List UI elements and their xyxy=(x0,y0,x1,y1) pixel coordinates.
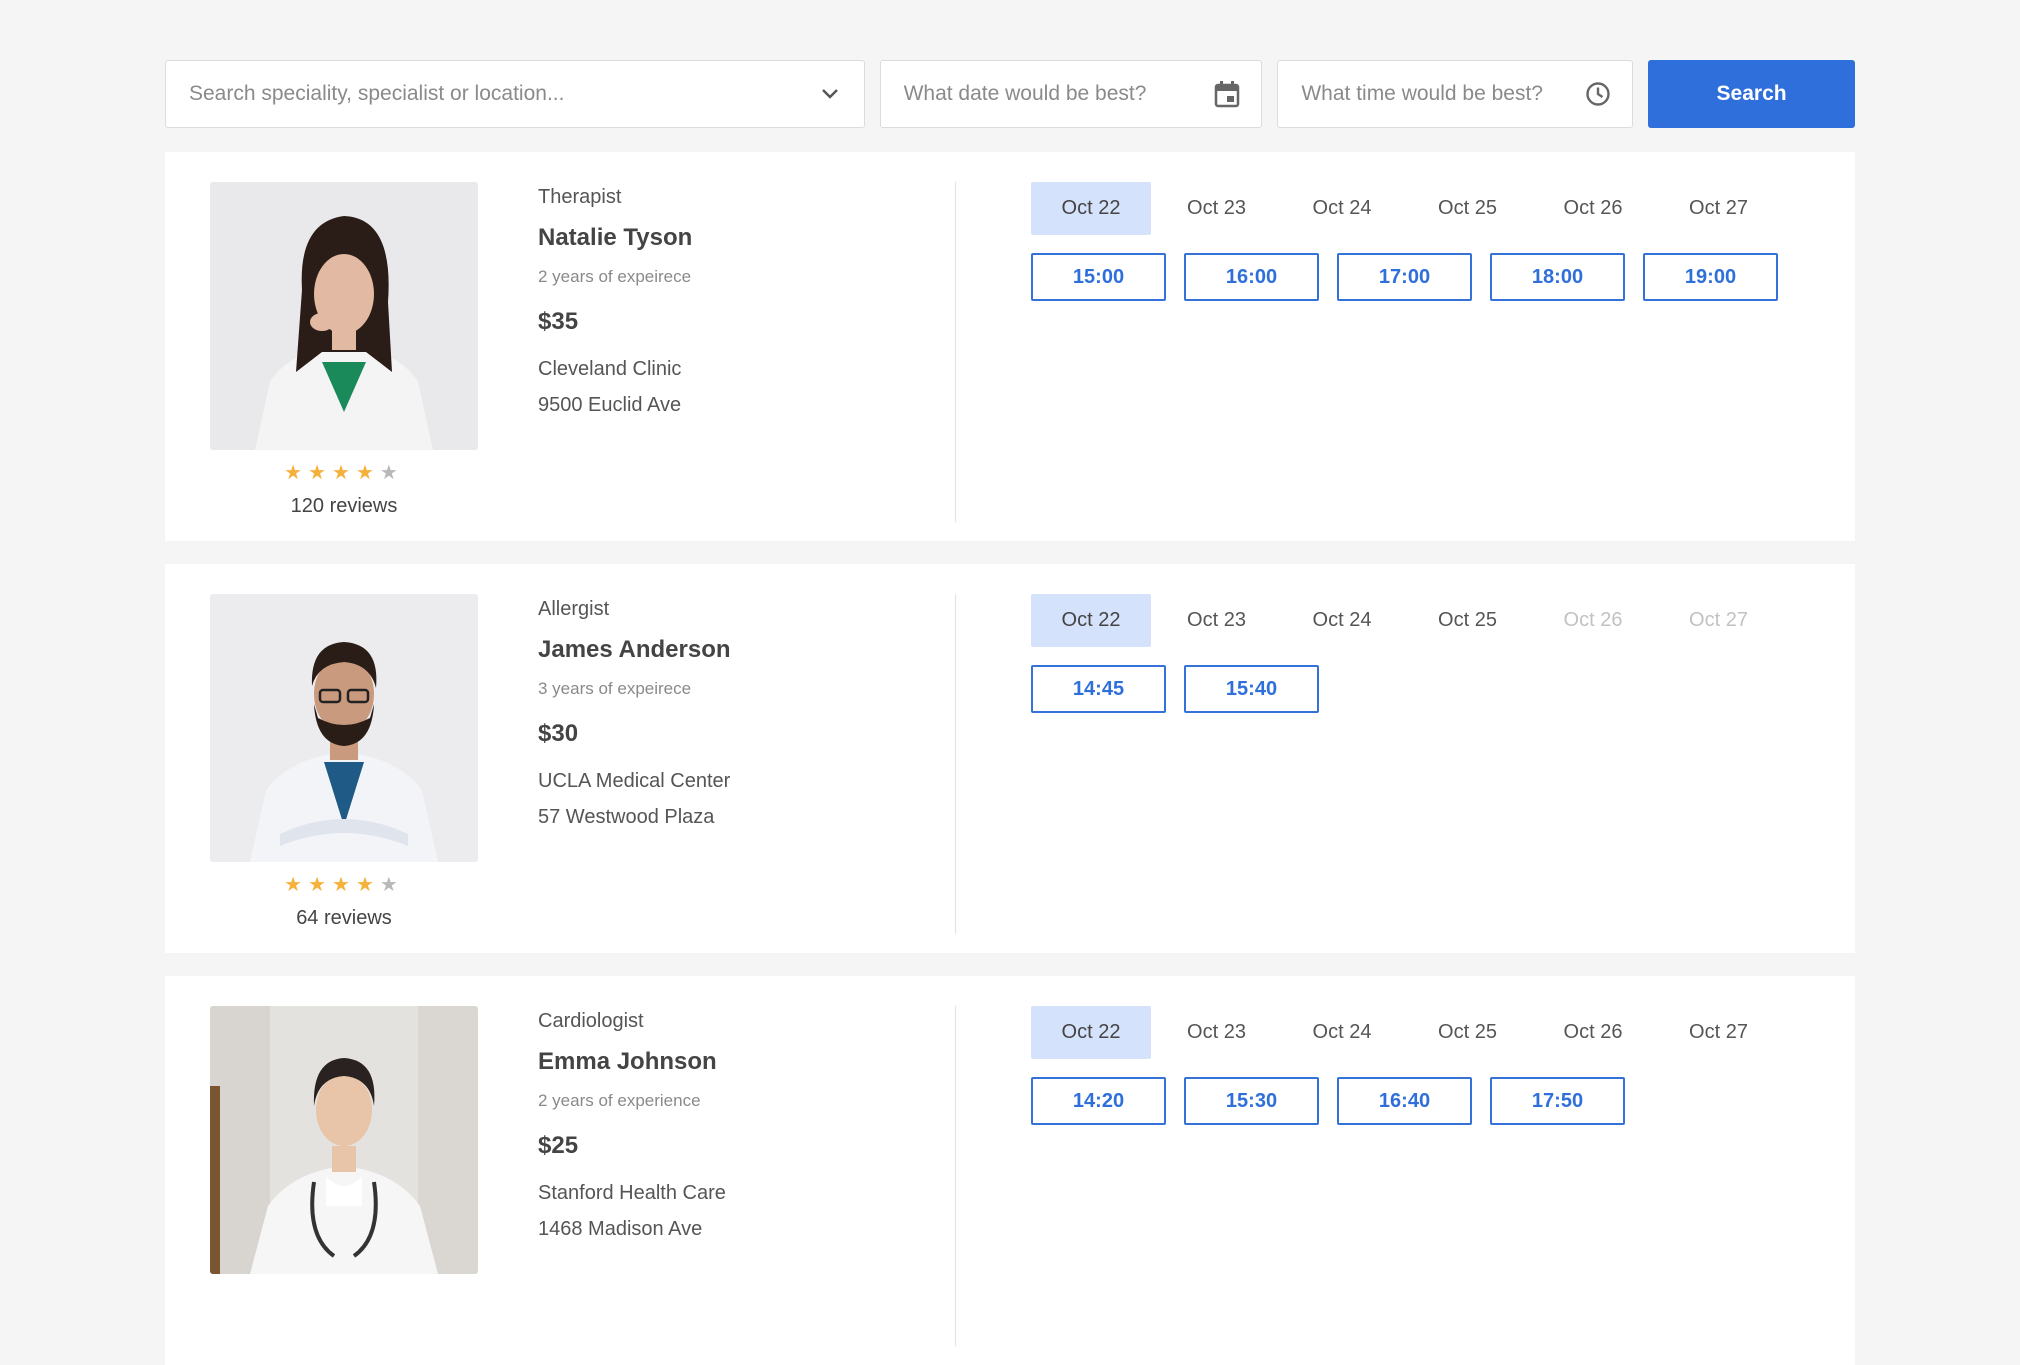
time-slot-button[interactable]: 17:50 xyxy=(1490,1077,1625,1125)
calendar-icon[interactable] xyxy=(1213,80,1241,108)
doctor-specialty: Cardiologist xyxy=(538,1010,644,1032)
star-filled-icon: ★ xyxy=(284,462,309,484)
time-slots: 15:00 16:00 17:00 18:00 19:00 xyxy=(1031,253,1778,301)
date-tab[interactable]: Oct 23 xyxy=(1157,594,1277,647)
doctor-address: 1468 Madison Ave xyxy=(538,1218,703,1240)
star-filled-icon: ★ xyxy=(308,462,333,484)
time-slot-button[interactable]: 18:00 xyxy=(1490,253,1625,301)
specialty-search-input[interactable] xyxy=(166,61,864,127)
date-tab[interactable]: Oct 25 xyxy=(1408,594,1528,647)
divider xyxy=(955,594,956,934)
doctor-info: Allergist James Anderson 3 years of expe… xyxy=(538,594,958,835)
time-slot-button[interactable]: 19:00 xyxy=(1643,253,1778,301)
doctor-clinic: Stanford Health Care xyxy=(538,1182,726,1204)
star-empty-icon: ★ xyxy=(379,462,404,484)
time-slot-button[interactable]: 16:40 xyxy=(1337,1077,1472,1125)
divider xyxy=(955,1006,956,1346)
doctor-name[interactable]: Natalie Tyson xyxy=(538,222,958,254)
star-empty-icon: ★ xyxy=(379,874,404,896)
time-field[interactable] xyxy=(1277,60,1634,128)
date-tab[interactable]: Oct 26 xyxy=(1533,1006,1653,1059)
doctor-price: $35 xyxy=(538,308,579,335)
date-tab-disabled: Oct 27 xyxy=(1689,609,1748,631)
date-tab[interactable]: Oct 27 xyxy=(1659,182,1779,235)
time-slot-button[interactable]: 14:45 xyxy=(1031,665,1166,713)
time-slots: 14:45 15:40 xyxy=(1031,665,1319,713)
date-tabs: Oct 22 Oct 23 Oct 24 Oct 25 Oct 26 Oct 2… xyxy=(1031,1006,1784,1059)
date-tab[interactable]: Oct 23 xyxy=(1157,1006,1277,1059)
date-tab[interactable]: Oct 26 xyxy=(1533,182,1653,235)
doctor-card: Cardiologist Emma Johnson 2 years of exp… xyxy=(165,976,1855,1365)
time-slot-button[interactable]: 16:00 xyxy=(1184,253,1319,301)
star-filled-icon: ★ xyxy=(308,874,333,896)
date-tab[interactable]: Oct 24 xyxy=(1282,182,1402,235)
time-input[interactable] xyxy=(1278,61,1633,127)
doctor-specialty: Therapist xyxy=(538,186,622,208)
date-tab[interactable]: Oct 24 xyxy=(1282,1006,1402,1059)
star-filled-icon: ★ xyxy=(284,874,309,896)
doctor-card: ★★★★★ 120 reviews Therapist Natalie Tyso… xyxy=(165,152,1855,541)
time-slots: 14:20 15:30 16:40 17:50 xyxy=(1031,1077,1625,1125)
date-tab[interactable]: Oct 22 xyxy=(1031,1006,1151,1059)
doctor-experience: 2 years of experience xyxy=(538,1091,701,1110)
doctor-name[interactable]: James Anderson xyxy=(538,634,958,666)
doctor-photo xyxy=(210,182,478,450)
date-tab[interactable]: Oct 25 xyxy=(1408,1006,1528,1059)
doctor-price: $30 xyxy=(538,720,579,747)
doctor-experience: 2 years of expeirece xyxy=(538,267,692,286)
date-tab[interactable]: Oct 22 xyxy=(1031,182,1151,235)
divider xyxy=(955,182,956,522)
time-slot-button[interactable]: 14:20 xyxy=(1031,1077,1166,1125)
reviews-count: 120 reviews xyxy=(290,495,398,517)
doctor-address: 57 Westwood Plaza xyxy=(538,806,715,828)
date-tab-disabled: Oct 26 xyxy=(1563,609,1623,631)
chevron-down-icon[interactable] xyxy=(816,80,844,108)
date-field[interactable] xyxy=(879,60,1263,128)
date-tabs: Oct 22 Oct 23 Oct 24 Oct 25 Oct 26 Oct 2… xyxy=(1031,182,1784,235)
doctor-specialty: Allergist xyxy=(538,598,610,620)
doctor-info: Therapist Natalie Tyson 2 years of expei… xyxy=(538,182,958,423)
time-slot-button[interactable]: 15:30 xyxy=(1184,1077,1319,1125)
reviews-count: 64 reviews xyxy=(296,907,392,929)
doctor-experience: 3 years of expeirece xyxy=(538,679,692,698)
doctor-photo xyxy=(210,1006,478,1274)
rating-stars: ★★★★★ xyxy=(210,872,478,897)
doctor-clinic: UCLA Medical Center xyxy=(538,770,731,792)
search-bar: Search xyxy=(165,60,1855,128)
time-slot-button[interactable]: 15:40 xyxy=(1184,665,1319,713)
star-filled-icon: ★ xyxy=(332,462,356,484)
date-tab[interactable]: Oct 24 xyxy=(1282,594,1402,647)
specialty-search-field[interactable] xyxy=(165,60,865,128)
date-input[interactable] xyxy=(880,61,1262,127)
date-tab[interactable]: Oct 25 xyxy=(1408,182,1528,235)
time-slot-button[interactable]: 15:00 xyxy=(1031,253,1166,301)
date-tabs: Oct 22 Oct 23 Oct 24 Oct 25 Oct 26 Oct 2… xyxy=(1031,594,1784,647)
star-filled-icon: ★ xyxy=(355,874,380,896)
star-filled-icon: ★ xyxy=(355,462,380,484)
date-tab[interactable]: Oct 27 xyxy=(1659,1006,1779,1059)
search-button[interactable]: Search xyxy=(1648,60,1855,128)
date-tab[interactable]: Oct 22 xyxy=(1031,594,1151,647)
clock-icon[interactable] xyxy=(1584,80,1612,108)
time-slot-button[interactable]: 17:00 xyxy=(1337,253,1472,301)
doctor-photo xyxy=(210,594,478,862)
doctor-clinic: Cleveland Clinic xyxy=(538,358,682,380)
doctor-name[interactable]: Emma Johnson xyxy=(538,1046,958,1078)
star-filled-icon: ★ xyxy=(332,874,356,896)
doctor-address: 9500 Euclid Ave xyxy=(538,394,682,416)
doctor-card: ★★★★★ 64 reviews Allergist James Anderso… xyxy=(165,564,1855,953)
doctor-price: $25 xyxy=(538,1132,579,1159)
doctor-info: Cardiologist Emma Johnson 2 years of exp… xyxy=(538,1006,958,1247)
date-tab[interactable]: Oct 23 xyxy=(1157,182,1277,235)
rating-stars: ★★★★★ xyxy=(210,460,478,485)
